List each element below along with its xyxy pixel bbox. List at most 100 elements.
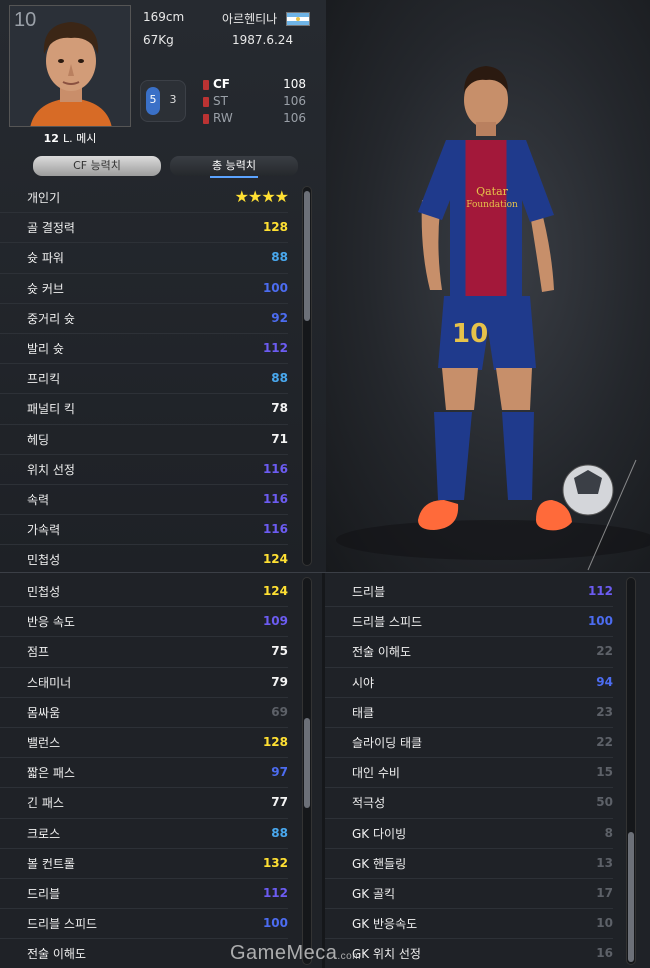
stat-label: 드리블 스피드 — [27, 917, 98, 932]
watermark-main: GameMeca — [230, 942, 338, 964]
stat-value: 116 — [262, 461, 288, 476]
stat-label: 짧은 패스 — [27, 766, 75, 781]
stat-row: 드리블 스피드 100 — [325, 607, 613, 638]
watermark-suffix: .com — [337, 951, 362, 962]
stat-row: GK 다이빙 8 — [325, 819, 613, 849]
stat-row: 민첩성 124 — [0, 545, 288, 576]
position-row-rw: RW 106 — [203, 111, 306, 127]
stat-label: 발리 슛 — [27, 341, 64, 356]
stat-label: 몸싸움 — [27, 705, 61, 720]
watermark-logo: GameMeca.com — [230, 942, 361, 965]
stat-label: 슛 커브 — [27, 281, 64, 296]
player-model-image: Qatar Foundation 10 — [336, 66, 650, 571]
scrollbar-top[interactable] — [302, 186, 312, 566]
scrollbar-thumb[interactable] — [304, 191, 310, 321]
scrollbar-thumb[interactable] — [304, 718, 310, 808]
position-value: 106 — [283, 111, 306, 125]
stat-label: 긴 패스 — [27, 796, 64, 811]
stat-value: 22 — [596, 644, 613, 659]
stat-row: 속력 116 — [0, 485, 288, 516]
stat-label: 속력 — [27, 492, 50, 507]
stat-row: 점프 75 — [0, 637, 288, 668]
position-name: CF — [213, 77, 231, 91]
stat-label: 볼 컨트롤 — [27, 856, 75, 871]
stat-label: 민첩성 — [27, 553, 61, 568]
stat-label: 대인 수비 — [352, 766, 400, 781]
tab-total-stats[interactable]: 총 능력치 — [170, 156, 298, 178]
stat-label: 전술 이해도 — [352, 645, 412, 660]
player-3d-render: Qatar Foundation 10 — [326, 0, 650, 572]
stat-list-top: 개인기 ★★★★ 골 결정력 128 슛 파워 88 슛 커브 100 중거리 슛 92 발리 슛 1… — [0, 183, 289, 576]
position-value: 106 — [283, 94, 306, 108]
stat-value: 88 — [271, 250, 288, 265]
stat-label: 슬라이딩 태클 — [352, 735, 423, 750]
stat-label: 드리블 — [27, 886, 61, 901]
stat-row: 몸싸움 69 — [0, 698, 288, 728]
stat-value: 71 — [271, 431, 288, 446]
kit-sponsor-2: Foundation — [466, 200, 518, 210]
stat-row: 슛 파워 88 — [0, 243, 288, 274]
position-value: 108 — [283, 77, 306, 91]
stat-label: 슛 파워 — [27, 251, 64, 266]
stat-value: 116 — [262, 522, 288, 537]
player-nation: 아르헨티나 — [222, 12, 278, 26]
skill-stars: ★★★★ — [234, 187, 289, 206]
stat-label: GK 골킥 — [352, 886, 396, 901]
stats-detail-panel: 민첩성 124 반응 속도 109 점프 75 스태미너 79 몸싸움 69 밸런스 128 짧은 패스… — [0, 572, 650, 968]
stat-label: 프리킥 — [27, 372, 61, 387]
stat-value: 16 — [596, 946, 613, 961]
player-number: 12 — [43, 132, 59, 145]
stat-row: 밸런스 128 — [0, 728, 288, 759]
stat-label: 점프 — [27, 645, 50, 660]
stat-row: 긴 패스 77 — [0, 788, 288, 819]
stat-row: 짧은 패스 97 — [0, 758, 288, 789]
stat-row: 헤딩 71 — [0, 425, 288, 455]
stat-row: 반응 속도 109 — [0, 607, 288, 638]
stat-value: 100 — [262, 280, 288, 295]
player-info-panel: 10 12 L. 메시 169cm 67Kg 아르헨티나 1987.6.24 5 … — [0, 0, 326, 576]
stat-label: 드리블 스피드 — [352, 615, 423, 630]
player-name-line: 12 L. 메시 — [9, 130, 131, 146]
stat-value: 69 — [271, 704, 288, 719]
stat-value: 116 — [262, 491, 288, 506]
weak-foot-badge: 5 3 — [140, 80, 186, 122]
stat-row: 볼 컨트롤 132 — [0, 849, 288, 879]
kit-sponsor-1: Qatar — [476, 185, 509, 198]
stat-value: 78 — [271, 401, 288, 416]
stat-value: 79 — [271, 674, 288, 689]
stat-value: 22 — [596, 734, 613, 749]
stat-label: 가속력 — [27, 523, 61, 538]
stat-value: 112 — [587, 584, 613, 598]
stat-label: GK 반응속도 — [352, 917, 418, 932]
stat-row: 대인 수비 15 — [325, 758, 613, 789]
stat-label: 크로스 — [27, 826, 61, 841]
stat-label: 태클 — [352, 705, 375, 720]
stat-row: 드리블 스피드 100 — [0, 909, 288, 940]
stat-row: 민첩성 124 — [0, 577, 288, 608]
stat-value: 88 — [271, 825, 288, 840]
argentina-flag-icon — [286, 12, 310, 26]
position-marker-icon — [203, 97, 209, 107]
stat-label: 중거리 슛 — [27, 311, 75, 326]
stat-value: 15 — [596, 765, 613, 780]
stat-value: 112 — [262, 885, 288, 900]
stat-row: 가속력 116 — [0, 515, 288, 546]
stat-label: 개인기 — [27, 191, 61, 205]
stat-label: 위치 선정 — [27, 462, 75, 477]
scrollbar-right[interactable] — [626, 577, 636, 965]
tab-total-label: 총 능력치 — [212, 159, 256, 172]
stat-label: 헤딩 — [27, 432, 50, 447]
scrollbar-left[interactable] — [302, 577, 312, 965]
stat-row: 패널티 킥 78 — [0, 394, 288, 425]
stat-label: GK 위치 선정 — [352, 947, 421, 962]
active-tab-indicator — [210, 176, 258, 178]
stat-label: 골 결정력 — [27, 221, 75, 236]
stat-row: 태클 23 — [325, 698, 613, 728]
scrollbar-thumb[interactable] — [628, 832, 634, 962]
overall-rating: 10 — [14, 9, 37, 31]
tab-cf-stats[interactable]: CF 능력치 — [33, 156, 161, 176]
stat-value: 100 — [262, 916, 288, 931]
stat-value: 112 — [262, 340, 288, 355]
stat-value: 88 — [271, 371, 288, 386]
stat-label: 스태미너 — [27, 675, 72, 690]
